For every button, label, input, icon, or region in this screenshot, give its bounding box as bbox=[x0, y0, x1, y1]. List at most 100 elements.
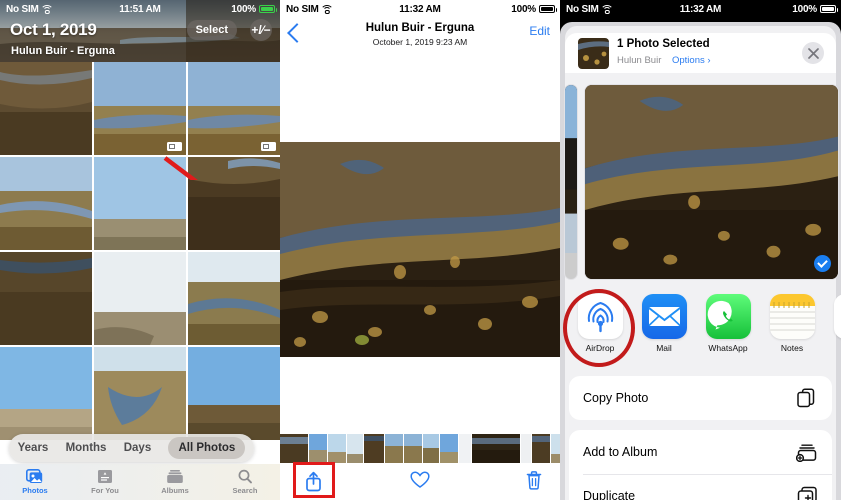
status-bar-share: No SIM 11:32 AM 100% bbox=[560, 0, 841, 18]
tab-bar[interactable]: Photos For You Albums Search bbox=[0, 464, 280, 500]
search-icon bbox=[238, 469, 252, 484]
select-button[interactable]: Select bbox=[186, 20, 237, 40]
video-badge-icon bbox=[167, 142, 182, 151]
detail-photo-image bbox=[280, 142, 560, 357]
video-badge-icon bbox=[261, 142, 276, 151]
action-label: Duplicate bbox=[583, 489, 636, 500]
battery-percent-label: 100% bbox=[511, 3, 536, 15]
app-label: AirDrop bbox=[585, 343, 615, 353]
tab-label: Albums bbox=[161, 486, 189, 495]
airdrop-icon bbox=[577, 294, 623, 339]
segment-years[interactable]: Years bbox=[18, 442, 49, 454]
mail-icon bbox=[641, 294, 687, 339]
segment-days[interactable]: Days bbox=[124, 442, 152, 454]
tab-search[interactable]: Search bbox=[210, 469, 280, 495]
grid-cell[interactable] bbox=[0, 347, 92, 440]
grid-cell[interactable] bbox=[0, 157, 92, 250]
tab-label: For You bbox=[91, 486, 119, 495]
panel-photos-grid: Oct 1, 2019 Hulun Buir - Erguna Select +… bbox=[0, 0, 280, 500]
zoom-toggle-button[interactable]: +/⁄− bbox=[250, 19, 272, 41]
grid-cell[interactable] bbox=[188, 347, 280, 440]
selected-photo-thumbnail bbox=[578, 38, 609, 69]
for-you-icon bbox=[98, 470, 112, 483]
share-title: 1 Photo Selected bbox=[617, 38, 710, 50]
tab-photos[interactable]: Photos bbox=[0, 469, 70, 495]
detail-toolbar bbox=[280, 462, 560, 500]
status-right: 100% bbox=[792, 3, 838, 15]
tab-for-you[interactable]: For You bbox=[70, 469, 140, 495]
share-sheet-header: 1 Photo Selected Hulun Buir Options › bbox=[565, 33, 836, 73]
options-button[interactable]: Options › bbox=[672, 55, 711, 66]
actions-group-2: Add to Album Duplicate bbox=[569, 430, 832, 500]
reminders-icon bbox=[833, 294, 841, 339]
grid-cell[interactable] bbox=[188, 157, 280, 250]
status-right: 100% bbox=[511, 3, 557, 15]
close-button[interactable] bbox=[802, 42, 824, 64]
grid-cell[interactable] bbox=[94, 62, 186, 155]
grid-cell[interactable] bbox=[188, 62, 280, 155]
grid-cell[interactable] bbox=[188, 252, 280, 345]
carousel-item-previous[interactable] bbox=[564, 84, 578, 280]
whatsapp-icon bbox=[705, 294, 751, 339]
detail-subtitle: October 1, 2019 9:23 AM bbox=[372, 37, 468, 47]
tab-albums[interactable]: Albums bbox=[140, 469, 210, 495]
share-subtitle: Hulun Buir bbox=[617, 55, 662, 66]
status-bar-detail: No SIM 11:32 AM 100% bbox=[280, 0, 560, 18]
battery-percent-label: 100% bbox=[792, 3, 817, 15]
grid-cell[interactable] bbox=[0, 252, 92, 345]
tab-label: Photos bbox=[22, 486, 48, 495]
tab-label: Search bbox=[232, 486, 258, 495]
panel-photo-detail: No SIM 11:32 AM 100% Hulun Buir - Erguna… bbox=[280, 0, 560, 500]
edit-button[interactable]: Edit bbox=[529, 24, 550, 38]
notes-icon bbox=[769, 294, 815, 339]
notes-app-button[interactable]: Notes bbox=[760, 294, 824, 353]
duplicate-row[interactable]: Duplicate bbox=[569, 474, 832, 500]
page-title: Oct 1, 2019 bbox=[10, 20, 97, 39]
grid-cell[interactable] bbox=[94, 157, 186, 250]
actions-group-1: Copy Photo bbox=[569, 376, 832, 420]
mail-app-button[interactable]: Mail bbox=[632, 294, 696, 353]
photo-carousel[interactable] bbox=[560, 82, 841, 282]
app-label: Mail bbox=[656, 343, 672, 353]
action-label: Add to Album bbox=[583, 445, 658, 459]
copy-icon bbox=[797, 388, 815, 407]
add-to-album-row[interactable]: Add to Album bbox=[569, 430, 832, 474]
filmstrip[interactable] bbox=[280, 434, 560, 463]
heart-icon bbox=[410, 471, 430, 488]
grid-cell[interactable] bbox=[0, 62, 92, 155]
selected-checkmark-icon bbox=[814, 255, 831, 272]
segment-all-photos[interactable]: All Photos bbox=[168, 437, 246, 459]
close-icon bbox=[807, 47, 819, 59]
panel-share-sheet: No SIM 11:32 AM 100% 1 Photo Selected Hu… bbox=[560, 0, 841, 500]
battery-charging-icon bbox=[259, 5, 277, 13]
airdrop-app-button[interactable]: AirDrop bbox=[563, 289, 635, 367]
segment-months[interactable]: Months bbox=[66, 442, 107, 454]
delete-button[interactable] bbox=[526, 471, 542, 490]
app-label: Notes bbox=[780, 343, 804, 353]
three-phone-screenshots: Oct 1, 2019 Hulun Buir - Erguna Select +… bbox=[0, 0, 841, 500]
carousel-item-selected[interactable] bbox=[584, 84, 839, 280]
action-label: Copy Photo bbox=[583, 391, 649, 405]
grid-cell[interactable] bbox=[94, 252, 186, 345]
reminders-app-button[interactable]: Re bbox=[824, 294, 841, 353]
header-location: Hulun Buir - Erguna bbox=[11, 45, 115, 57]
grid-cell[interactable] bbox=[94, 347, 186, 440]
detail-photo[interactable] bbox=[280, 142, 560, 357]
whatsapp-app-button[interactable]: WhatsApp bbox=[696, 294, 760, 353]
status-bar-grid: No SIM 11:51 AM 100% bbox=[0, 0, 280, 18]
duplicate-icon bbox=[797, 486, 817, 500]
battery-full-icon bbox=[539, 5, 557, 13]
app-label: WhatsApp bbox=[708, 343, 748, 353]
favorite-button[interactable] bbox=[280, 471, 560, 494]
copy-photo-row[interactable]: Copy Photo bbox=[569, 376, 832, 420]
photo-grid[interactable] bbox=[0, 62, 280, 462]
albums-icon bbox=[167, 470, 183, 483]
share-app-row[interactable]: AirDrop Mail WhatsApp Notes bbox=[560, 289, 841, 367]
photos-icon bbox=[26, 469, 43, 483]
status-right: 100% bbox=[231, 4, 277, 15]
detail-nav-bar: Hulun Buir - Erguna October 1, 2019 9:23… bbox=[280, 18, 560, 60]
detail-title: Hulun Buir - Erguna bbox=[365, 22, 475, 34]
share-actions-list[interactable]: Copy Photo Add to Album Duplicate bbox=[569, 376, 832, 500]
add-to-album-icon bbox=[796, 444, 817, 462]
timeline-segmented-control[interactable]: Years Months Days All Photos bbox=[9, 434, 254, 462]
